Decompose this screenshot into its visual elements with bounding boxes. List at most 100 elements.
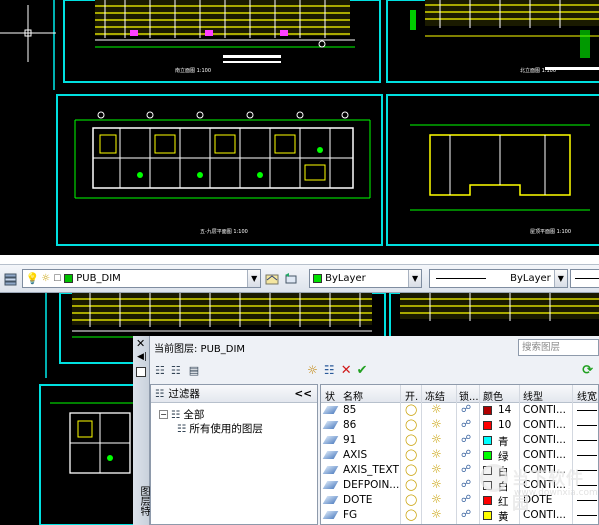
lock-icon[interactable]: ☍ xyxy=(461,479,471,490)
layer-name[interactable]: FG xyxy=(343,509,357,521)
layer-row[interactable]: 91 ◯ ☼ ☍ 青 CONTI... xyxy=(321,432,598,448)
delete-layer-icon[interactable]: ✕ xyxy=(341,363,352,378)
layer-color-swatch[interactable] xyxy=(483,511,492,520)
lock-icon[interactable]: ☍ xyxy=(461,494,471,505)
sun-icon: ☼ xyxy=(41,273,51,284)
lineweight-sample[interactable] xyxy=(577,425,597,426)
watermark-logo-icon xyxy=(480,464,508,492)
sun-icon[interactable]: ☼ xyxy=(431,402,442,416)
layer-combo[interactable]: 💡 ☼ ☐ PUB_DIM ▼ xyxy=(21,269,262,288)
sun-icon[interactable]: ☼ xyxy=(431,432,442,446)
bulb-icon[interactable]: ◯ xyxy=(405,493,417,506)
col-color[interactable]: 颜色 xyxy=(483,388,503,403)
bulb-icon[interactable]: ◯ xyxy=(405,508,417,521)
layer-color-swatch[interactable] xyxy=(483,436,492,445)
lineweight-sample[interactable] xyxy=(577,410,597,411)
sheet-label-south: 南立面图 1:100 xyxy=(175,67,211,74)
layer-linetype[interactable]: CONTI... xyxy=(523,419,566,431)
lineweight-sample[interactable] xyxy=(577,440,597,441)
tree-node-used[interactable]: ☷ 所有使用的图层 xyxy=(177,421,263,436)
chevron-down-icon[interactable]: ▼ xyxy=(247,270,261,287)
cad-drawing-area-top[interactable]: 南立面图 1:100 北立面图 1:100 五-九层平面图 1:100 屋顶平面… xyxy=(0,0,599,255)
new-layer-vp-frozen-icon[interactable]: ☷ xyxy=(324,363,335,377)
linetype-combo-value: ByLayer xyxy=(510,273,551,284)
sun-icon[interactable]: ☼ xyxy=(431,447,442,461)
layer-color-swatch[interactable] xyxy=(483,406,492,415)
sun-icon[interactable]: ☼ xyxy=(431,507,442,521)
layer-name[interactable]: 91 xyxy=(343,434,356,446)
layer-color-name: 10 xyxy=(498,419,512,431)
lineweight-combo[interactable] xyxy=(569,269,599,288)
new-layer-icon[interactable]: ☼ xyxy=(307,363,318,377)
col-name[interactable]: 名称 xyxy=(343,388,363,403)
bulb-icon[interactable]: ◯ xyxy=(405,418,417,431)
col-linetype[interactable]: 线型 xyxy=(523,388,543,403)
layer-name[interactable]: AXIS xyxy=(343,449,367,461)
layer-status-icon xyxy=(322,481,339,489)
sun-icon[interactable]: ☼ xyxy=(431,417,442,431)
tree-expander-icon[interactable]: − xyxy=(159,410,168,419)
layer-color-swatch[interactable] xyxy=(483,421,492,430)
col-on[interactable]: 开. xyxy=(405,388,418,403)
layer-status-icon xyxy=(322,421,339,429)
refresh-icon[interactable]: ⟳ xyxy=(582,363,593,378)
filter-icon: ☷ xyxy=(177,422,187,435)
col-freeze[interactable]: 冻结 xyxy=(425,388,445,403)
layer-name[interactable]: 86 xyxy=(343,419,356,431)
layer-linetype[interactable]: CONTI... xyxy=(523,434,566,446)
sun-icon[interactable]: ☼ xyxy=(431,492,442,506)
chevron-down-icon[interactable]: ▼ xyxy=(408,270,422,287)
sun-icon[interactable]: ☼ xyxy=(431,462,442,476)
search-layer-input[interactable]: 搜索图层 xyxy=(518,339,599,356)
layer-previous-icon[interactable] xyxy=(283,270,301,288)
new-property-filter-icon[interactable]: ☷ xyxy=(155,364,165,377)
bulb-icon[interactable]: ◯ xyxy=(405,448,417,461)
make-current-icon[interactable] xyxy=(263,270,281,288)
col-lineweight[interactable]: 线宽 xyxy=(577,388,597,403)
lock-icon[interactable]: ☍ xyxy=(461,404,471,415)
new-group-filter-icon[interactable]: ☷ xyxy=(171,364,181,377)
color-combo[interactable]: ByLayer ▼ xyxy=(309,269,423,288)
layer-states-icon[interactable]: ▤ xyxy=(189,364,199,377)
col-status[interactable]: 状 xyxy=(325,388,335,403)
lock-icon[interactable]: ☍ xyxy=(461,509,471,520)
chevron-down-icon[interactable]: ▼ xyxy=(553,270,567,287)
close-icon[interactable]: ✕ xyxy=(136,338,145,349)
linetype-combo[interactable]: ByLayer ▼ xyxy=(429,269,568,288)
pin-icon[interactable]: ◀| xyxy=(137,353,147,362)
set-current-icon[interactable]: ✔ xyxy=(357,363,368,378)
lineweight-sample[interactable] xyxy=(577,515,597,516)
bulb-icon[interactable]: ◯ xyxy=(405,478,417,491)
layer-linetype[interactable]: CONTI... xyxy=(523,404,566,416)
layer-name[interactable]: DOTE xyxy=(343,494,372,506)
collapse-button[interactable]: << xyxy=(294,388,312,400)
properties-icon[interactable] xyxy=(136,367,146,377)
watermark-url: www.downxia.com xyxy=(514,488,598,498)
bulb-icon: 💡 xyxy=(25,272,40,285)
bulb-icon[interactable]: ◯ xyxy=(405,463,417,476)
lock-icon[interactable]: ☍ xyxy=(461,419,471,430)
lock-icon[interactable]: ☍ xyxy=(461,449,471,460)
layer-row[interactable]: 85 ◯ ☼ ☍ 14 CONTI... xyxy=(321,402,598,418)
current-layer-label: 当前图层: PUB_DIM xyxy=(154,343,246,355)
layer-status-icon xyxy=(322,511,339,519)
lock-icon[interactable]: ☍ xyxy=(461,434,471,445)
layer-status-icon xyxy=(322,451,339,459)
linetype-sample xyxy=(436,278,487,279)
crosshair-cursor xyxy=(0,5,56,62)
layer-name[interactable]: 85 xyxy=(343,404,356,416)
layer-manager-icon[interactable] xyxy=(2,270,20,288)
tree-node-all[interactable]: − ☷ 全部 xyxy=(159,407,204,422)
lock-icon[interactable]: ☍ xyxy=(461,464,471,475)
bulb-icon[interactable]: ◯ xyxy=(405,403,417,416)
layer-name[interactable]: DEFPOIN... xyxy=(343,479,399,491)
layer-manager-header: 当前图层: PUB_DIM 搜索图层 xyxy=(150,336,599,358)
tree-node-used-label: 所有使用的图层 xyxy=(189,423,263,435)
lineweight-sample[interactable] xyxy=(577,455,597,456)
color-swatch xyxy=(313,274,323,283)
sun-icon[interactable]: ☼ xyxy=(431,477,442,491)
layer-row[interactable]: 86 ◯ ☼ ☍ 10 CONTI... xyxy=(321,417,598,433)
layer-name[interactable]: AXIS_TEXT xyxy=(343,464,399,476)
bulb-icon[interactable]: ◯ xyxy=(405,433,417,446)
col-lock[interactable]: 锁... xyxy=(459,388,479,403)
